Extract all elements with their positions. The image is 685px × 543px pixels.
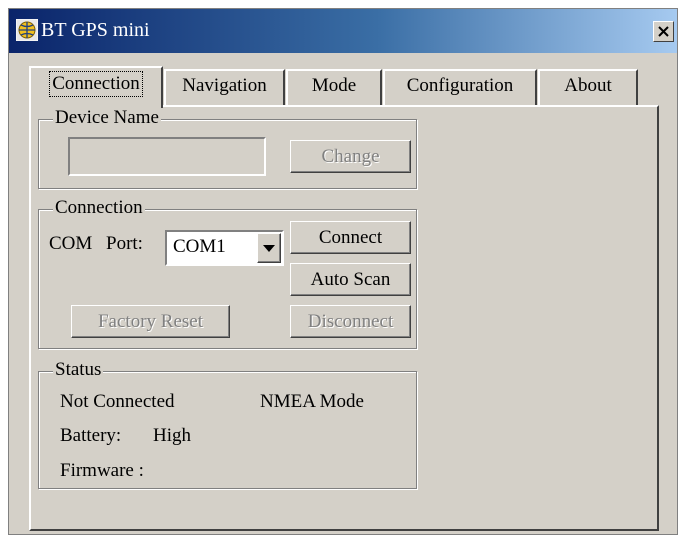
window-title: BT GPS mini [41,19,150,41]
disconnect-button[interactable]: Disconnect [290,305,411,338]
factory-reset-button[interactable]: Factory Reset [71,305,230,338]
tab-connection[interactable]: Connection [29,66,163,108]
battery-value: High [153,425,191,446]
tab-label: Connection [49,71,143,97]
connect-button[interactable]: Connect [290,221,411,254]
tab-label: About [564,75,612,96]
tab-about[interactable]: About [538,69,638,105]
port-label: Port: [106,233,143,254]
close-button[interactable] [653,21,674,42]
chevron-down-icon [263,245,275,252]
tab-label: Navigation [182,75,267,96]
com-port-value: COM1 [173,236,226,257]
mode-text: NMEA Mode [260,391,364,412]
app-window: BT GPS mini Connection Navigation Mode C… [8,8,678,535]
auto-scan-button[interactable]: Auto Scan [290,263,411,296]
group-label: Connection [53,197,145,219]
battery-label: Battery: [60,425,122,446]
close-x-icon [658,26,669,37]
tab-label: Mode [311,75,357,96]
firmware-label: Firmware : [60,460,144,481]
connection-state-text: Not Connected [60,391,175,412]
change-button[interactable]: Change [290,140,411,173]
device-name-field[interactable] [68,137,266,176]
tab-label: Configuration [406,75,514,96]
com-label: COM [49,233,93,254]
group-label: Device Name [53,107,161,129]
title-bar[interactable]: BT GPS mini [9,9,677,53]
tab-navigation[interactable]: Navigation [164,69,285,105]
dropdown-button[interactable] [257,233,281,263]
tab-mode[interactable]: Mode [286,69,382,105]
com-port-select[interactable]: COM1 [165,230,284,266]
tab-configuration[interactable]: Configuration [383,69,537,105]
group-label: Status [53,359,104,381]
gps-globe-icon [15,18,39,42]
